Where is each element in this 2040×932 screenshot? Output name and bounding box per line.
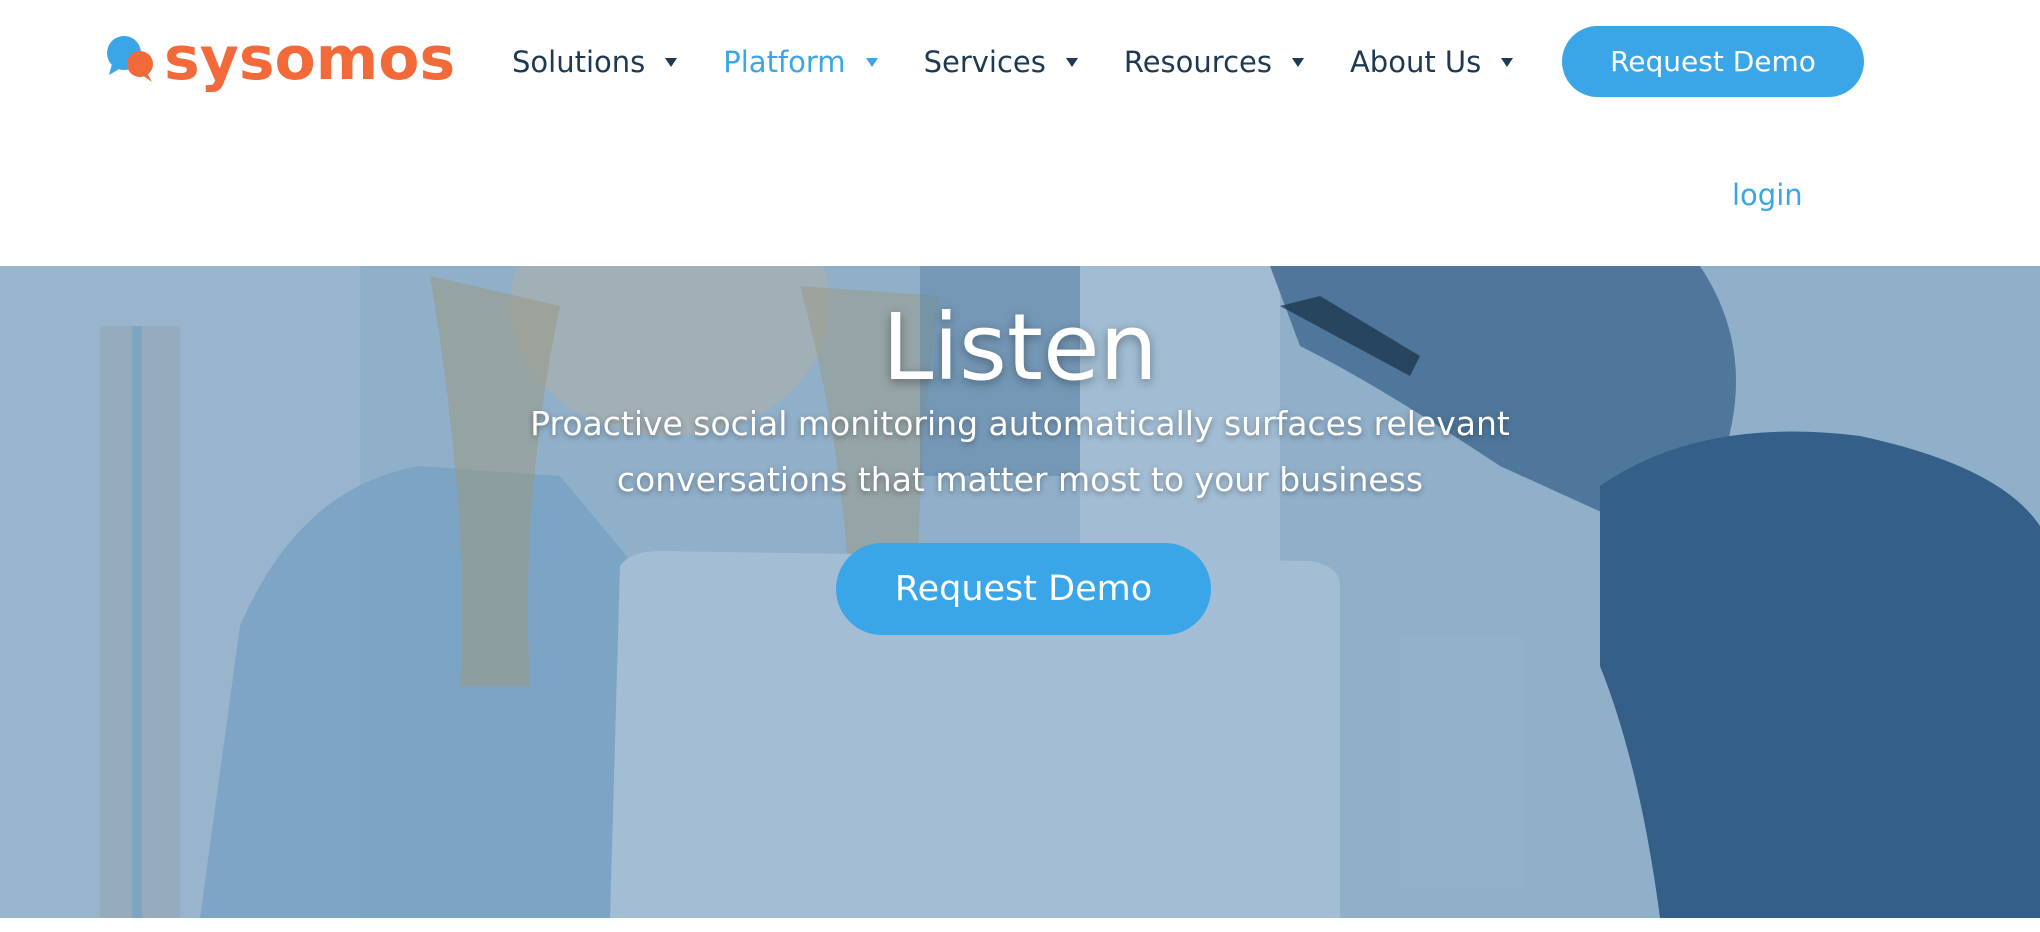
caret-down-icon: [1501, 57, 1514, 67]
caret-down-icon: [665, 57, 678, 67]
caret-down-icon: [1065, 57, 1078, 67]
nav-item-label: Platform: [723, 45, 846, 79]
brand-logo[interactable]: sysomos: [102, 22, 455, 96]
brand-name: sysomos: [164, 24, 456, 94]
caret-down-icon: [1291, 57, 1304, 67]
caret-down-icon: [865, 57, 878, 67]
main-nav: Solutions Platform Services Resources Ab…: [512, 40, 1559, 84]
nav-item-label: Resources: [1123, 45, 1272, 79]
page-bottom-strip: [0, 918, 2040, 932]
hero-title: Listen: [882, 294, 1158, 401]
nav-item-label: About Us: [1349, 45, 1482, 79]
nav-item-platform[interactable]: Platform: [723, 45, 878, 79]
hero-section: Listen Proactive social monitoring autom…: [0, 266, 2040, 918]
nav-item-solutions[interactable]: Solutions: [512, 45, 678, 79]
nav-item-resources[interactable]: Resources: [1124, 45, 1304, 79]
nav-item-about-us[interactable]: About Us: [1349, 45, 1514, 79]
nav-item-label: Services: [923, 45, 1046, 79]
login-link[interactable]: login: [1732, 178, 1803, 212]
chat-bubbles-icon: [107, 36, 153, 82]
site-header: sysomos Solutions Platform Services Reso…: [0, 0, 2040, 266]
nav-item-label: Solutions: [512, 45, 646, 79]
hero-subtitle-line: Proactive social monitoring automaticall…: [530, 404, 1510, 443]
hero-subtitle: Proactive social monitoring automaticall…: [520, 396, 1520, 508]
request-demo-button[interactable]: Request Demo: [1562, 26, 1864, 97]
hero-request-demo-button[interactable]: Request Demo: [836, 543, 1211, 635]
nav-item-services[interactable]: Services: [924, 45, 1078, 79]
hero-subtitle-line: conversations that matter most to your b…: [616, 460, 1424, 499]
